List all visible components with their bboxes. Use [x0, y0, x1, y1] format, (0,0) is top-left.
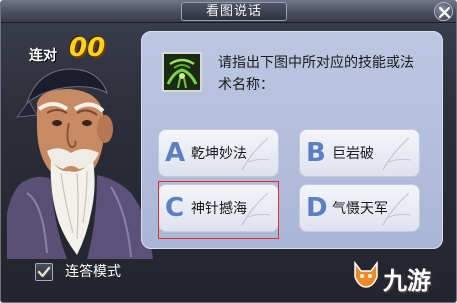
answer-option-c[interactable]: C 神针撼海 [158, 184, 279, 232]
continuous-mode-label: 连答模式 [65, 264, 121, 280]
checkmark-icon [37, 266, 51, 278]
watermark-logo: 九游 [351, 257, 451, 297]
streak-count: 00 [69, 33, 106, 63]
answer-text-c: 神针撼海 [191, 201, 247, 217]
answer-option-d[interactable]: D 气慑天军 [299, 184, 420, 232]
answer-option-b[interactable]: B 巨岩破 [299, 129, 420, 177]
fox-mascot-icon [354, 260, 378, 288]
question-text: 请指出下图中所对应的技能或法术名称： [218, 55, 414, 93]
close-icon [439, 7, 450, 18]
skill-image [162, 52, 202, 92]
answer-text-b: 巨岩破 [332, 146, 374, 162]
answer-option-a[interactable]: A 乾坤妙法 [158, 129, 279, 177]
dialog-title: 看图说话 [181, 2, 287, 21]
skill-icon [164, 54, 200, 90]
close-button[interactable] [434, 2, 453, 21]
answer-text-d: 气慑天军 [332, 201, 388, 217]
streak-label: 连对 [29, 48, 57, 64]
continuous-mode-checkbox[interactable] [35, 263, 53, 281]
sage-portrait [7, 68, 153, 259]
orchid-decoration-icon [382, 137, 412, 171]
answer-letter-d: D [306, 193, 328, 223]
quiz-dialog-window: 看图说话 连对 00 连答模式 请指出下图中所对应的技能或法术名称： A 乾坤妙… [0, 0, 457, 303]
answer-letter-c: C [165, 193, 185, 223]
answer-text-a: 乾坤妙法 [191, 146, 247, 162]
answer-letter-b: B [306, 138, 326, 168]
watermark-text: 九游 [383, 267, 431, 295]
title-bar[interactable]: 看图说话 [1, 1, 456, 23]
answer-letter-a: A [165, 138, 186, 168]
